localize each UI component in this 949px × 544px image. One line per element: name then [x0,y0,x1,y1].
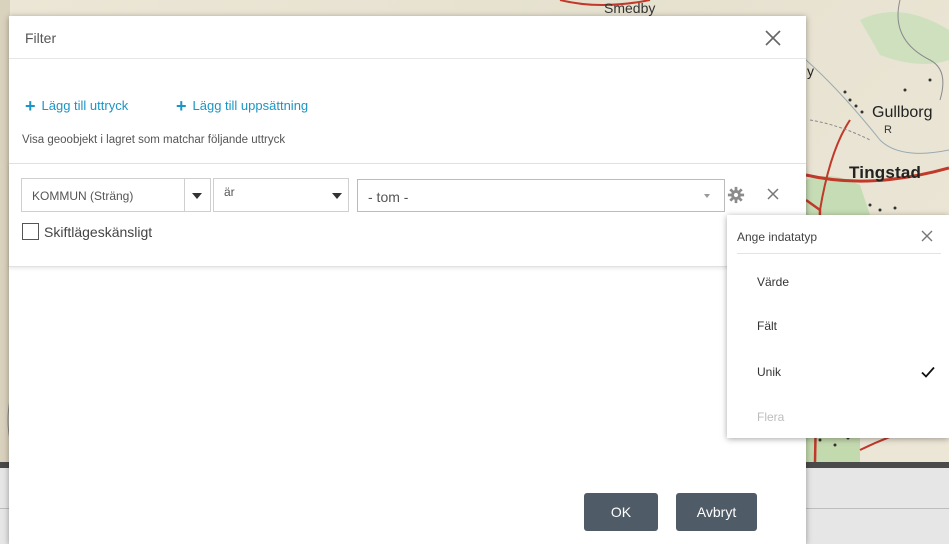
add-expression-label: Lägg till uttryck [41,98,129,113]
map-label-gullborg: Gullborg [872,104,933,121]
case-sensitive-checkbox[interactable] [22,223,39,240]
chevron-down-icon [704,194,710,198]
value-select[interactable]: - tom - [357,179,725,212]
option-label: Värde [757,275,790,289]
popup-title: Ange indatatyp [737,230,818,244]
field-dropdown-button[interactable] [185,178,211,212]
option-label: Unik [757,365,782,379]
gear-icon[interactable] [727,186,745,204]
option-label: Fält [757,319,778,333]
remove-expression-icon[interactable] [764,185,782,203]
map-label-r: R [884,124,892,136]
checkmark-icon [921,366,935,378]
popup-divider [737,253,941,254]
operator-select[interactable]: är [213,178,349,212]
plus-icon: + [176,96,187,116]
add-expression-button[interactable]: + Lägg till uttryck [25,96,128,117]
add-set-label: Lägg till uppsättning [192,98,309,113]
add-set-button[interactable]: + Lägg till uppsättning [176,96,308,117]
close-icon[interactable] [919,228,935,244]
field-select-value: KOMMUN (Sträng) [32,189,134,203]
chevron-down-icon [332,193,342,199]
map-label-smedby: Smedby [604,0,656,16]
header-divider [9,58,806,59]
input-type-popup: Ange indatatyp Värde Fält Unik Flera [727,215,949,438]
dialog-title: Filter [25,30,57,46]
input-type-option-field[interactable]: Fält [727,307,949,347]
input-type-option-value[interactable]: Värde [727,263,949,303]
field-select[interactable]: KOMMUN (Sträng) [21,178,185,212]
expression-row: KOMMUN (Sträng) är - tom - Skiftlägeskän… [9,163,806,267]
plus-icon: + [25,96,36,116]
map-label-y: y [807,63,814,79]
filter-dialog: Filter + Lägg till uttryck + Lägg till upp… [9,16,806,544]
ok-button[interactable]: OK [584,493,658,531]
input-type-option-unique[interactable]: Unik [727,353,949,393]
operator-select-value: är [224,185,235,199]
filter-description: Visa geoobjekt i lagret som matchar följ… [22,134,286,146]
close-icon[interactable] [761,26,785,50]
chevron-down-icon [192,193,202,199]
case-sensitive-label: Skiftlägeskänsligt [44,224,153,240]
cancel-button[interactable]: Avbryt [676,493,757,531]
value-select-placeholder: - tom - [368,189,409,205]
map-label-tingstad: Tingstad [849,163,922,182]
input-type-option-multiple[interactable]: Flera [727,398,949,438]
option-label: Flera [757,410,785,424]
